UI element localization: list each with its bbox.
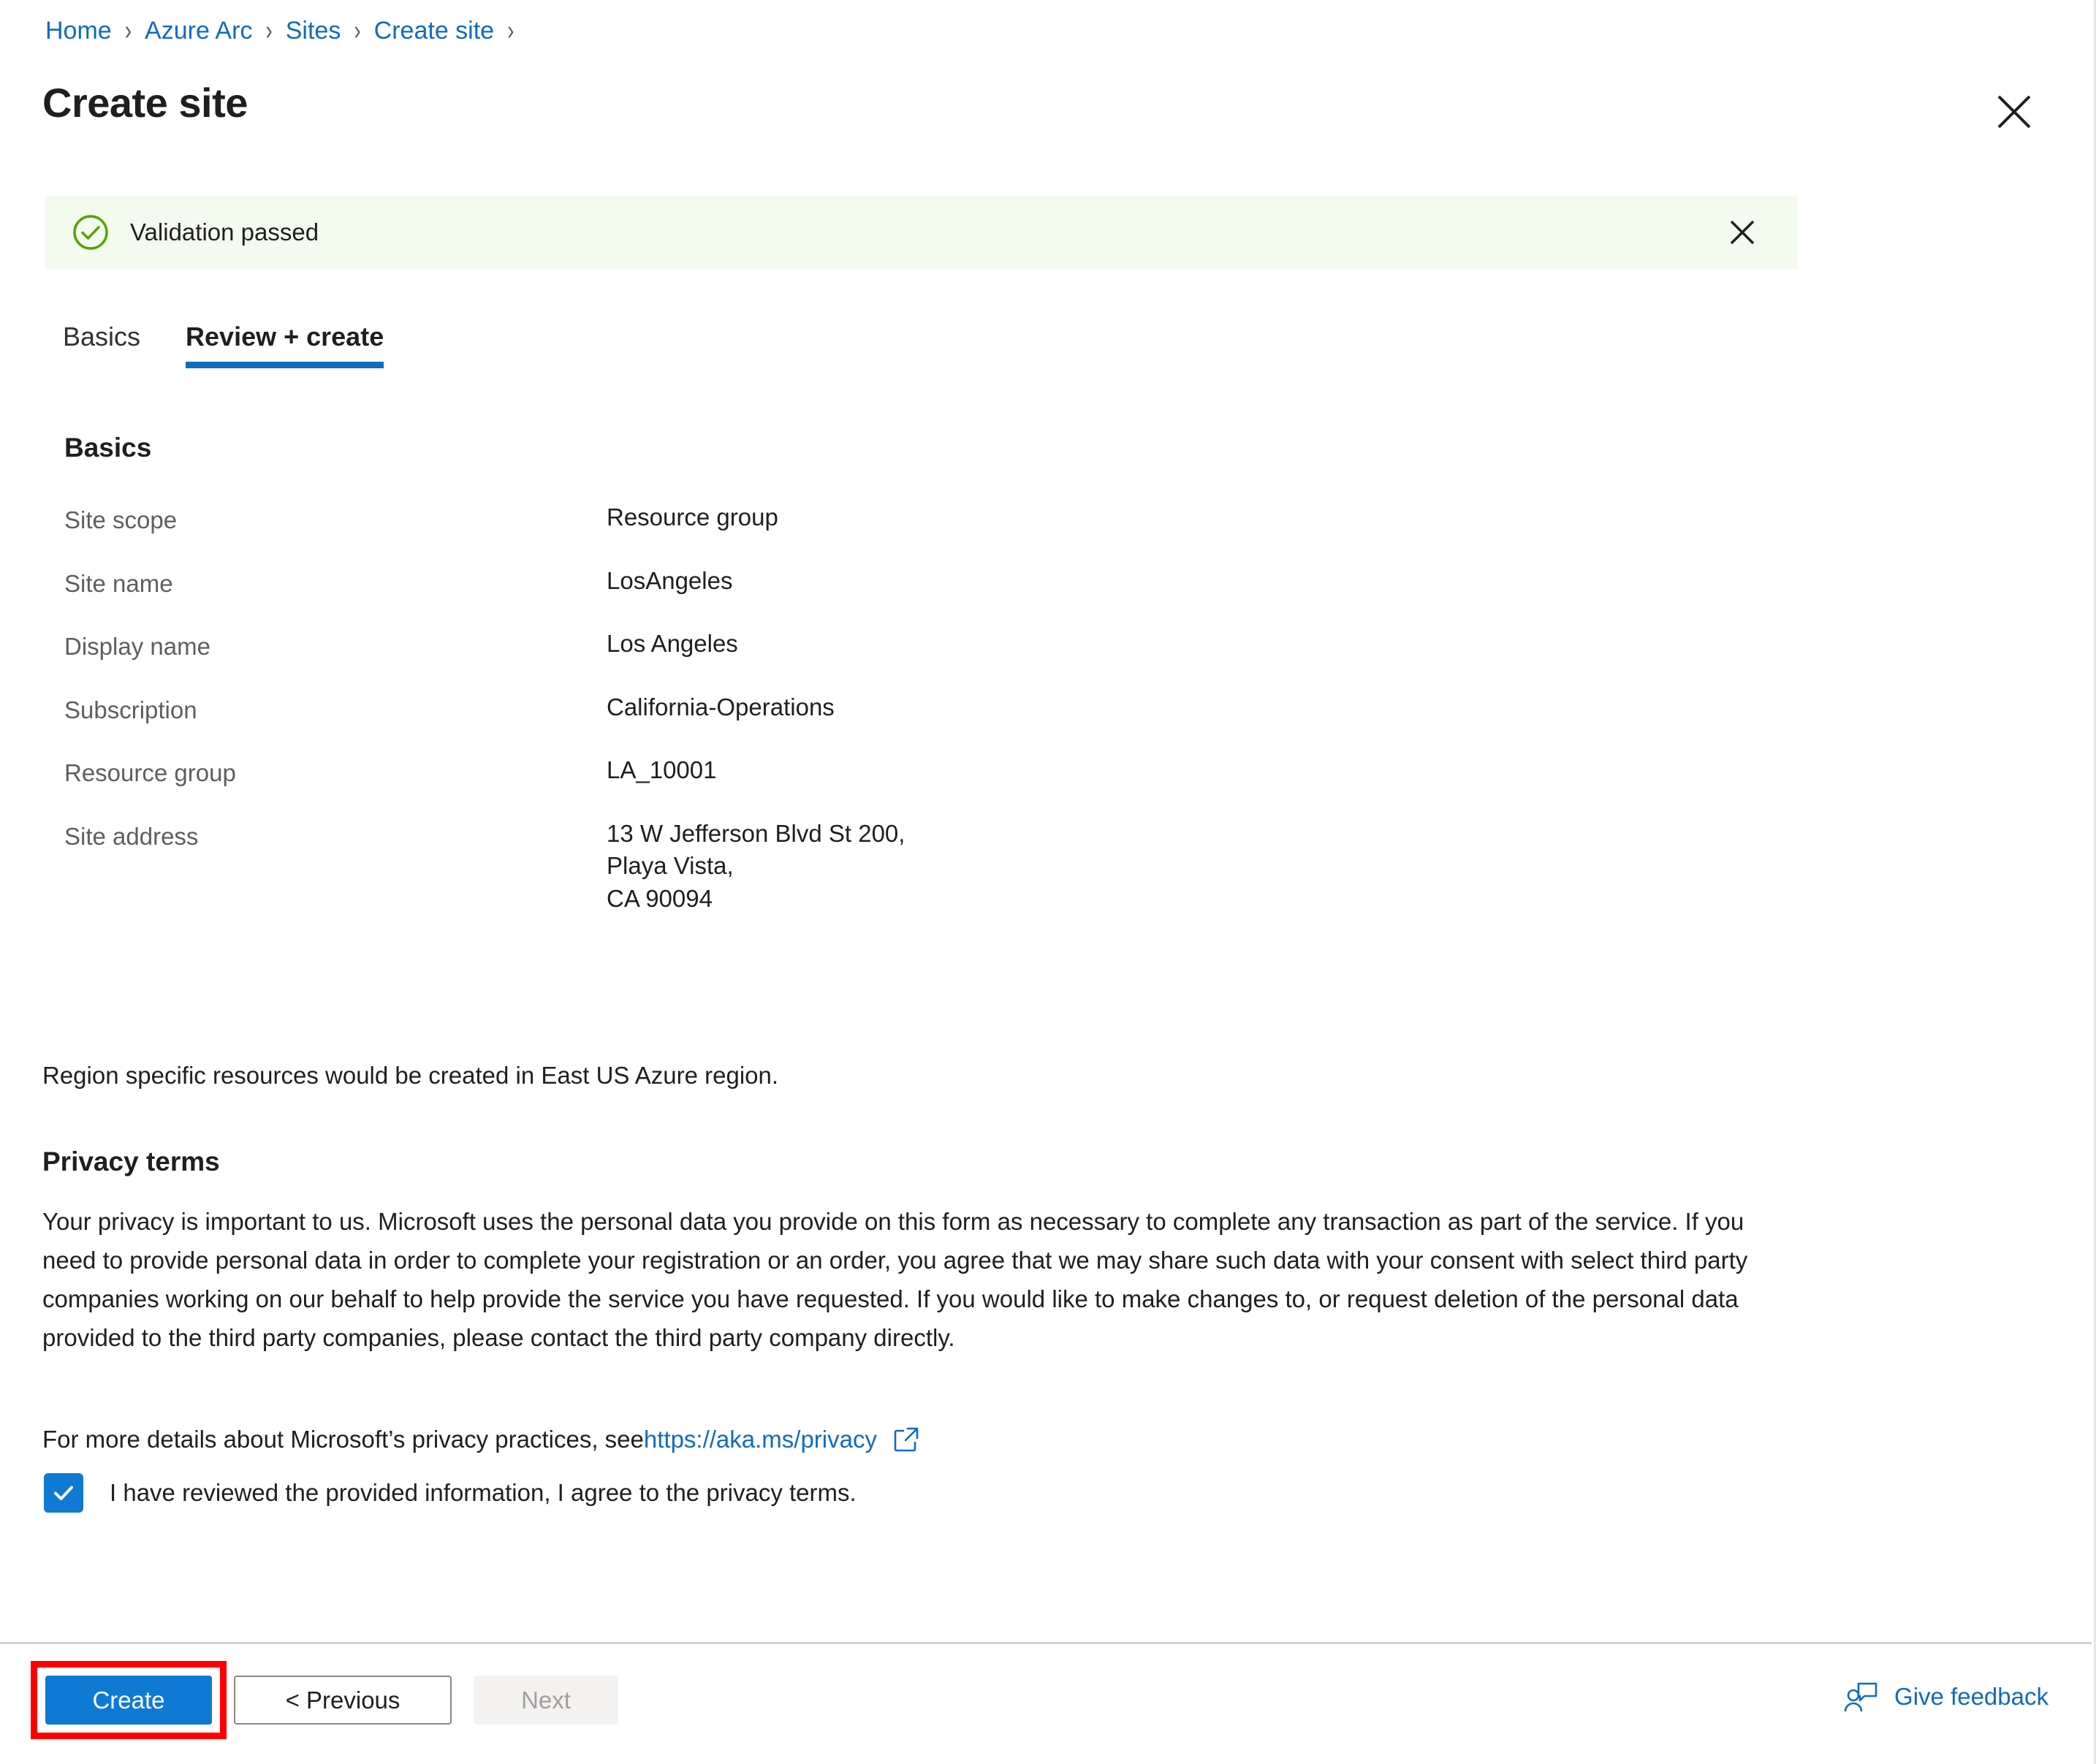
validation-message: Validation passed <box>130 218 319 246</box>
wizard-footer: Create < Previous Next Give feedback <box>0 1644 2094 1764</box>
breadcrumb-item-home[interactable]: Home <box>45 15 112 47</box>
breadcrumb-item-sites[interactable]: Sites <box>286 15 341 47</box>
external-link-icon[interactable] <box>893 1426 919 1453</box>
summary-row-display-name: Display name Los Angeles <box>64 628 1745 664</box>
give-feedback-label: Give feedback <box>1894 1683 2048 1710</box>
previous-button[interactable]: < Previous <box>234 1676 452 1725</box>
breadcrumb-separator-icon: › <box>507 15 514 46</box>
summary-label: Display name <box>64 633 210 661</box>
create-button[interactable]: Create <box>45 1676 212 1725</box>
privacy-consent-checkbox[interactable]: I have reviewed the provided information… <box>44 1473 857 1513</box>
summary-value: Resource group <box>607 503 778 531</box>
privacy-link-prefix: For more details about Microsoft’s priva… <box>42 1426 644 1453</box>
summary-row-site-address: Site address 13 W Jefferson Blvd St 200,… <box>64 818 1745 916</box>
wizard-tabs: Basics Review + create <box>63 322 429 368</box>
breadcrumb: Home › Azure Arc › Sites › Create site › <box>45 15 527 47</box>
person-feedback-icon <box>1843 1679 1878 1714</box>
breadcrumb-separator-icon: › <box>265 15 273 46</box>
breadcrumb-item-azure-arc[interactable]: Azure Arc <box>145 15 252 47</box>
privacy-link-line: For more details about Microsoft’s priva… <box>42 1423 919 1456</box>
tab-basics[interactable]: Basics <box>63 322 140 368</box>
consent-label: I have reviewed the provided information… <box>110 1479 857 1506</box>
validation-banner: Validation passed <box>45 196 1798 269</box>
privacy-terms-text: Your privacy is important to us. Microso… <box>42 1208 1748 1351</box>
section-heading-basics: Basics <box>64 433 152 463</box>
tab-review-create[interactable]: Review + create <box>186 322 384 368</box>
give-feedback-button[interactable]: Give feedback <box>1843 1679 2048 1714</box>
breadcrumb-separator-icon: › <box>354 15 361 46</box>
summary-row-site-name: Site name LosAngeles <box>64 565 1745 601</box>
summary-row-subscription: Subscription California-Operations <box>64 691 1745 727</box>
summary-value: California-Operations <box>607 693 835 721</box>
summary-row-resource-group: Resource group LA_10001 <box>64 754 1745 790</box>
summary-label: Resource group <box>64 759 236 787</box>
region-note: Region specific resources would be creat… <box>42 1062 779 1089</box>
summary-label: Site scope <box>64 506 178 533</box>
close-blade-icon[interactable] <box>1991 89 2037 134</box>
summary-label: Site address <box>64 822 199 850</box>
dismiss-validation-icon[interactable] <box>1725 215 1760 250</box>
create-site-blade: Home › Azure Arc › Sites › Create site ›… <box>0 0 2096 1764</box>
privacy-policy-link[interactable]: https://aka.ms/privacy <box>644 1423 877 1456</box>
basics-summary-list: Site scope Resource group Site name LosA… <box>64 501 1745 943</box>
section-heading-privacy-terms: Privacy terms <box>42 1147 220 1176</box>
breadcrumb-separator-icon: › <box>124 15 132 46</box>
summary-row-site-scope: Site scope Resource group <box>64 501 1745 537</box>
check-circle-icon <box>72 213 110 251</box>
summary-value: LosAngeles <box>607 566 733 594</box>
breadcrumb-item-create-site[interactable]: Create site <box>374 15 494 47</box>
page-title: Create site <box>42 80 248 126</box>
next-button: Next <box>474 1676 618 1725</box>
summary-value: LA_10001 <box>607 756 717 784</box>
summary-value: 13 W Jefferson Blvd St 200, Playa Vista,… <box>607 819 905 912</box>
summary-label: Site name <box>64 569 173 597</box>
checkbox-checked-icon[interactable] <box>44 1473 83 1513</box>
summary-label: Subscription <box>64 696 197 723</box>
summary-value: Los Angeles <box>607 630 738 658</box>
